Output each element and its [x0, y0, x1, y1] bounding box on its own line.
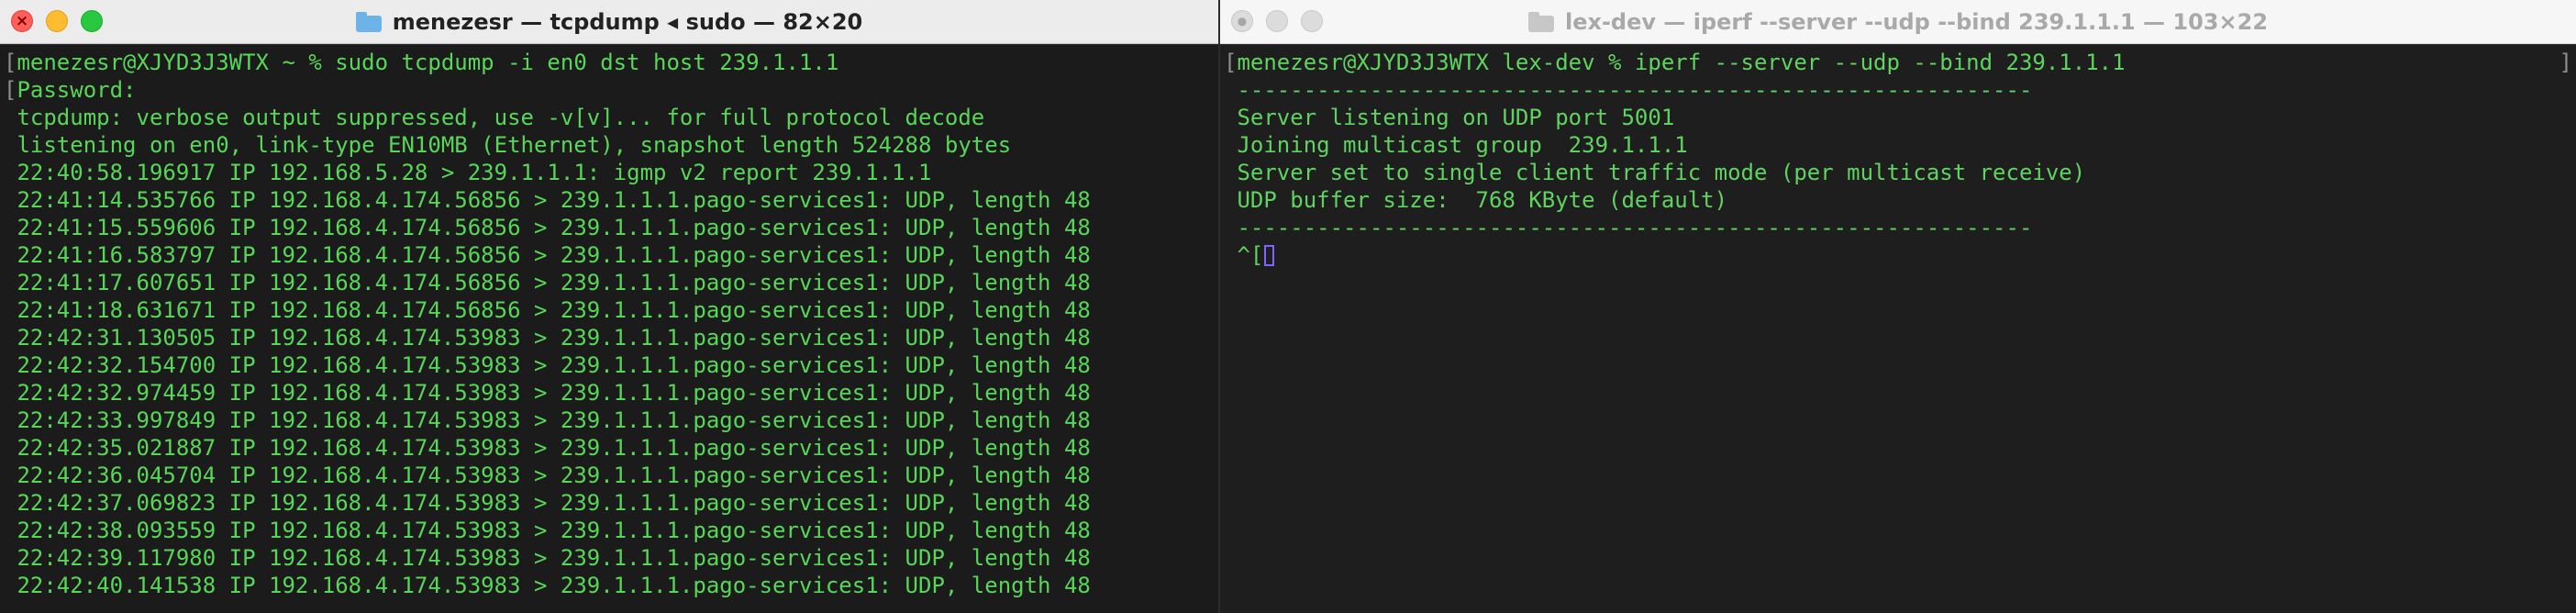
- window-titlebar[interactable]: ● lex-dev — iperf --server --udp --bind …: [1220, 0, 2576, 44]
- terminal-line: 22:42:31.130505 IP 192.168.4.174.53983 >…: [17, 325, 1091, 351]
- terminal-line: 22:40:58.196917 IP 192.168.5.28 > 239.1.…: [17, 160, 932, 185]
- terminal-window-iperf[interactable]: ● lex-dev — iperf --server --udp --bind …: [1220, 0, 2576, 613]
- terminal-line: Server listening on UDP port 5001: [1237, 105, 1675, 130]
- terminal-line: 22:42:39.117980 IP 192.168.4.174.53983 >…: [17, 545, 1091, 571]
- scroll-edge-marker: ]: [2559, 50, 2572, 75]
- terminal-line: 22:42:37.069823 IP 192.168.4.174.53983 >…: [17, 490, 1091, 516]
- close-button[interactable]: ●: [1231, 10, 1253, 32]
- terminal-line: 22:41:14.535766 IP 192.168.4.174.56856 >…: [17, 187, 1091, 213]
- folder-icon: [355, 11, 382, 32]
- traffic-lights: ×: [11, 10, 103, 32]
- terminal-line: 22:42:38.093559 IP 192.168.4.174.53983 >…: [17, 518, 1091, 543]
- terminal-line: [menezesr@XJYD3J3WTX lex-dev % iperf --s…: [1224, 50, 2126, 75]
- terminal-line: ----------------------------------------…: [1237, 77, 2033, 103]
- terminal-line-input[interactable]: ^[: [1224, 241, 2576, 269]
- folder-icon: [1527, 11, 1554, 32]
- terminal-line: 22:41:17.607651 IP 192.168.4.174.56856 >…: [17, 270, 1091, 295]
- terminal-output[interactable]: ] [menezesr@XJYD3J3WTX lex-dev % iperf -…: [1220, 45, 2576, 613]
- terminal-window-tcpdump[interactable]: × menezesr — tcpdump ◂ sudo — 82×20 [men…: [0, 0, 1218, 613]
- terminal-line: ----------------------------------------…: [1237, 215, 2033, 240]
- window-title: lex-dev — iperf --server --udp --bind 23…: [1564, 8, 2269, 35]
- terminal-line: [menezesr@XJYD3J3WTX ~ % sudo tcpdump -i…: [4, 50, 839, 75]
- terminal-line: 22:41:15.559606 IP 192.168.4.174.56856 >…: [17, 215, 1091, 240]
- minimize-button[interactable]: [1266, 10, 1288, 32]
- window-titlebar[interactable]: × menezesr — tcpdump ◂ sudo — 82×20: [0, 0, 1218, 44]
- zoom-button[interactable]: [1301, 10, 1323, 32]
- close-icon: ●: [1237, 15, 1248, 28]
- close-button[interactable]: ×: [11, 10, 33, 32]
- terminal-line: 22:42:35.021887 IP 192.168.4.174.53983 >…: [17, 435, 1091, 461]
- terminal-output[interactable]: [menezesr@XJYD3J3WTX ~ % sudo tcpdump -i…: [0, 45, 1218, 613]
- traffic-lights: ●: [1231, 10, 1323, 32]
- close-icon: ×: [15, 11, 29, 30]
- terminal-line: [Password:: [4, 77, 137, 103]
- terminal-line: 22:42:36.045704 IP 192.168.4.174.53983 >…: [17, 463, 1091, 488]
- terminal-line: UDP buffer size: 768 KByte (default): [1237, 187, 1728, 213]
- terminal-line: Joining multicast group 239.1.1.1: [1237, 132, 1688, 158]
- terminal-line: listening on en0, link-type EN10MB (Ethe…: [17, 132, 1012, 158]
- zoom-button[interactable]: [81, 10, 103, 32]
- terminal-line: 22:41:16.583797 IP 192.168.4.174.56856 >…: [17, 242, 1091, 268]
- text-cursor: [1264, 245, 1275, 266]
- minimize-button[interactable]: [46, 10, 68, 32]
- window-title-group: menezesr — tcpdump ◂ sudo — 82×20: [355, 8, 863, 35]
- terminal-line: 22:42:32.974459 IP 192.168.4.174.53983 >…: [17, 380, 1091, 406]
- window-title: menezesr — tcpdump ◂ sudo — 82×20: [392, 8, 863, 35]
- terminal-line: 22:42:40.141538 IP 192.168.4.174.53983 >…: [17, 573, 1091, 598]
- window-title-group: lex-dev — iperf --server --udp --bind 23…: [1527, 8, 2269, 35]
- terminal-line: Server set to single client traffic mode…: [1237, 160, 2086, 185]
- terminal-line: 22:41:18.631671 IP 192.168.4.174.56856 >…: [17, 297, 1091, 323]
- terminal-line: 22:42:33.997849 IP 192.168.4.174.53983 >…: [17, 407, 1091, 433]
- terminal-line: 22:42:32.154700 IP 192.168.4.174.53983 >…: [17, 352, 1091, 378]
- terminal-line: tcpdump: verbose output suppressed, use …: [17, 105, 985, 130]
